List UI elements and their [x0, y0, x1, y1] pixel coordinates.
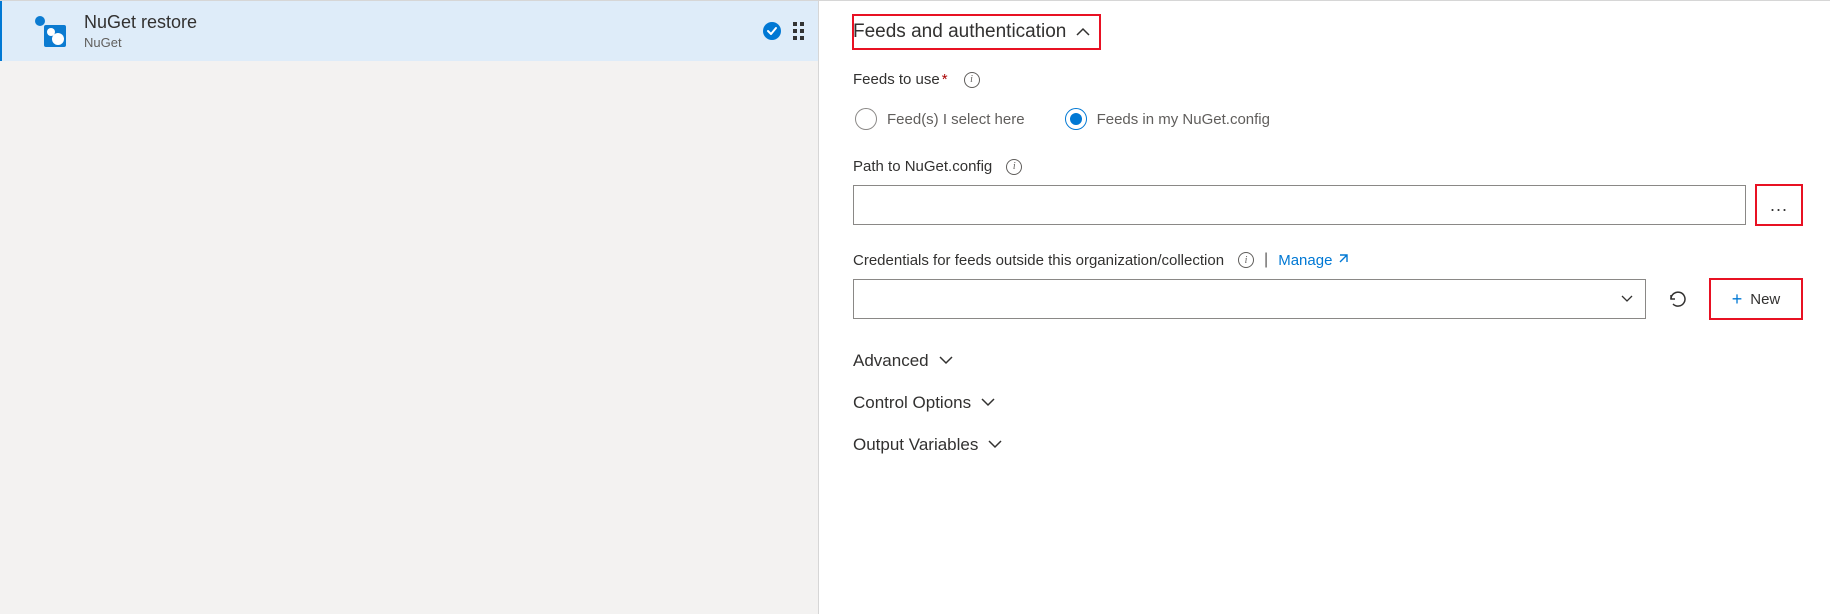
path-input-row: ...: [853, 185, 1802, 225]
refresh-button[interactable]: [1658, 279, 1698, 319]
section-header-output-variables[interactable]: Output Variables: [853, 435, 1002, 455]
plus-icon: +: [1732, 289, 1743, 310]
chevron-down-icon: [988, 436, 1002, 454]
radio-label: Feeds in my NuGet.config: [1097, 111, 1270, 128]
credentials-label: Credentials for feeds outside this organ…: [853, 252, 1224, 269]
feeds-to-use-label: Feeds to use*: [853, 71, 948, 88]
manage-link[interactable]: Manage: [1278, 252, 1349, 269]
feeds-to-use-text: Feeds to use: [853, 71, 940, 88]
new-button-label: New: [1750, 291, 1780, 308]
radio-feeds-select-here[interactable]: Feed(s) I select here: [855, 108, 1025, 130]
task-list-panel: NuGet restore NuGet: [0, 0, 819, 614]
credentials-select[interactable]: [853, 279, 1646, 319]
chevron-down-icon: [1621, 292, 1633, 306]
feeds-radio-group: Feed(s) I select here Feeds in my NuGet.…: [853, 108, 1802, 130]
task-settings-panel: Feeds and authentication Feeds to use* i…: [819, 0, 1830, 614]
radio-circle-icon: [855, 108, 877, 130]
radio-circle-selected-icon: [1065, 108, 1087, 130]
credentials-label-row: Credentials for feeds outside this organ…: [853, 251, 1802, 269]
task-title: NuGet restore: [84, 12, 763, 33]
browse-button[interactable]: ...: [1756, 185, 1802, 225]
new-button[interactable]: + New: [1710, 279, 1802, 319]
success-check-icon: [763, 22, 781, 40]
section-header-feeds-auth[interactable]: Feeds and authentication: [853, 15, 1100, 49]
path-label-row: Path to NuGet.config i: [853, 158, 1802, 175]
control-options-title: Control Options: [853, 393, 971, 413]
radio-feeds-nuget-config[interactable]: Feeds in my NuGet.config: [1065, 108, 1270, 130]
external-link-icon: [1337, 253, 1349, 268]
divider: |: [1264, 251, 1268, 269]
info-icon[interactable]: i: [964, 72, 980, 88]
task-right-controls: [763, 22, 804, 40]
section-header-advanced[interactable]: Advanced: [853, 351, 953, 371]
radio-label: Feed(s) I select here: [887, 111, 1025, 128]
chevron-down-icon: [981, 394, 995, 412]
info-icon[interactable]: i: [1238, 252, 1254, 268]
path-input[interactable]: [853, 185, 1746, 225]
task-item-nuget-restore[interactable]: NuGet restore NuGet: [0, 1, 818, 61]
drag-handle-icon[interactable]: [793, 22, 804, 40]
credentials-select-row: + New: [853, 279, 1802, 319]
required-asterisk: *: [942, 71, 948, 88]
output-variables-title: Output Variables: [853, 435, 978, 455]
task-text-group: NuGet restore NuGet: [84, 12, 763, 50]
feeds-to-use-label-row: Feeds to use* i: [853, 71, 1802, 88]
section-header-control-options[interactable]: Control Options: [853, 393, 995, 413]
refresh-icon: [1668, 289, 1688, 309]
manage-link-text: Manage: [1278, 252, 1332, 269]
task-subtitle: NuGet: [84, 35, 763, 50]
chevron-down-icon: [939, 352, 953, 370]
nuget-icon: [30, 11, 70, 51]
section-title: Feeds and authentication: [853, 21, 1066, 43]
advanced-title: Advanced: [853, 351, 929, 371]
path-label: Path to NuGet.config: [853, 158, 992, 175]
info-icon[interactable]: i: [1006, 159, 1022, 175]
chevron-up-icon: [1076, 24, 1090, 40]
